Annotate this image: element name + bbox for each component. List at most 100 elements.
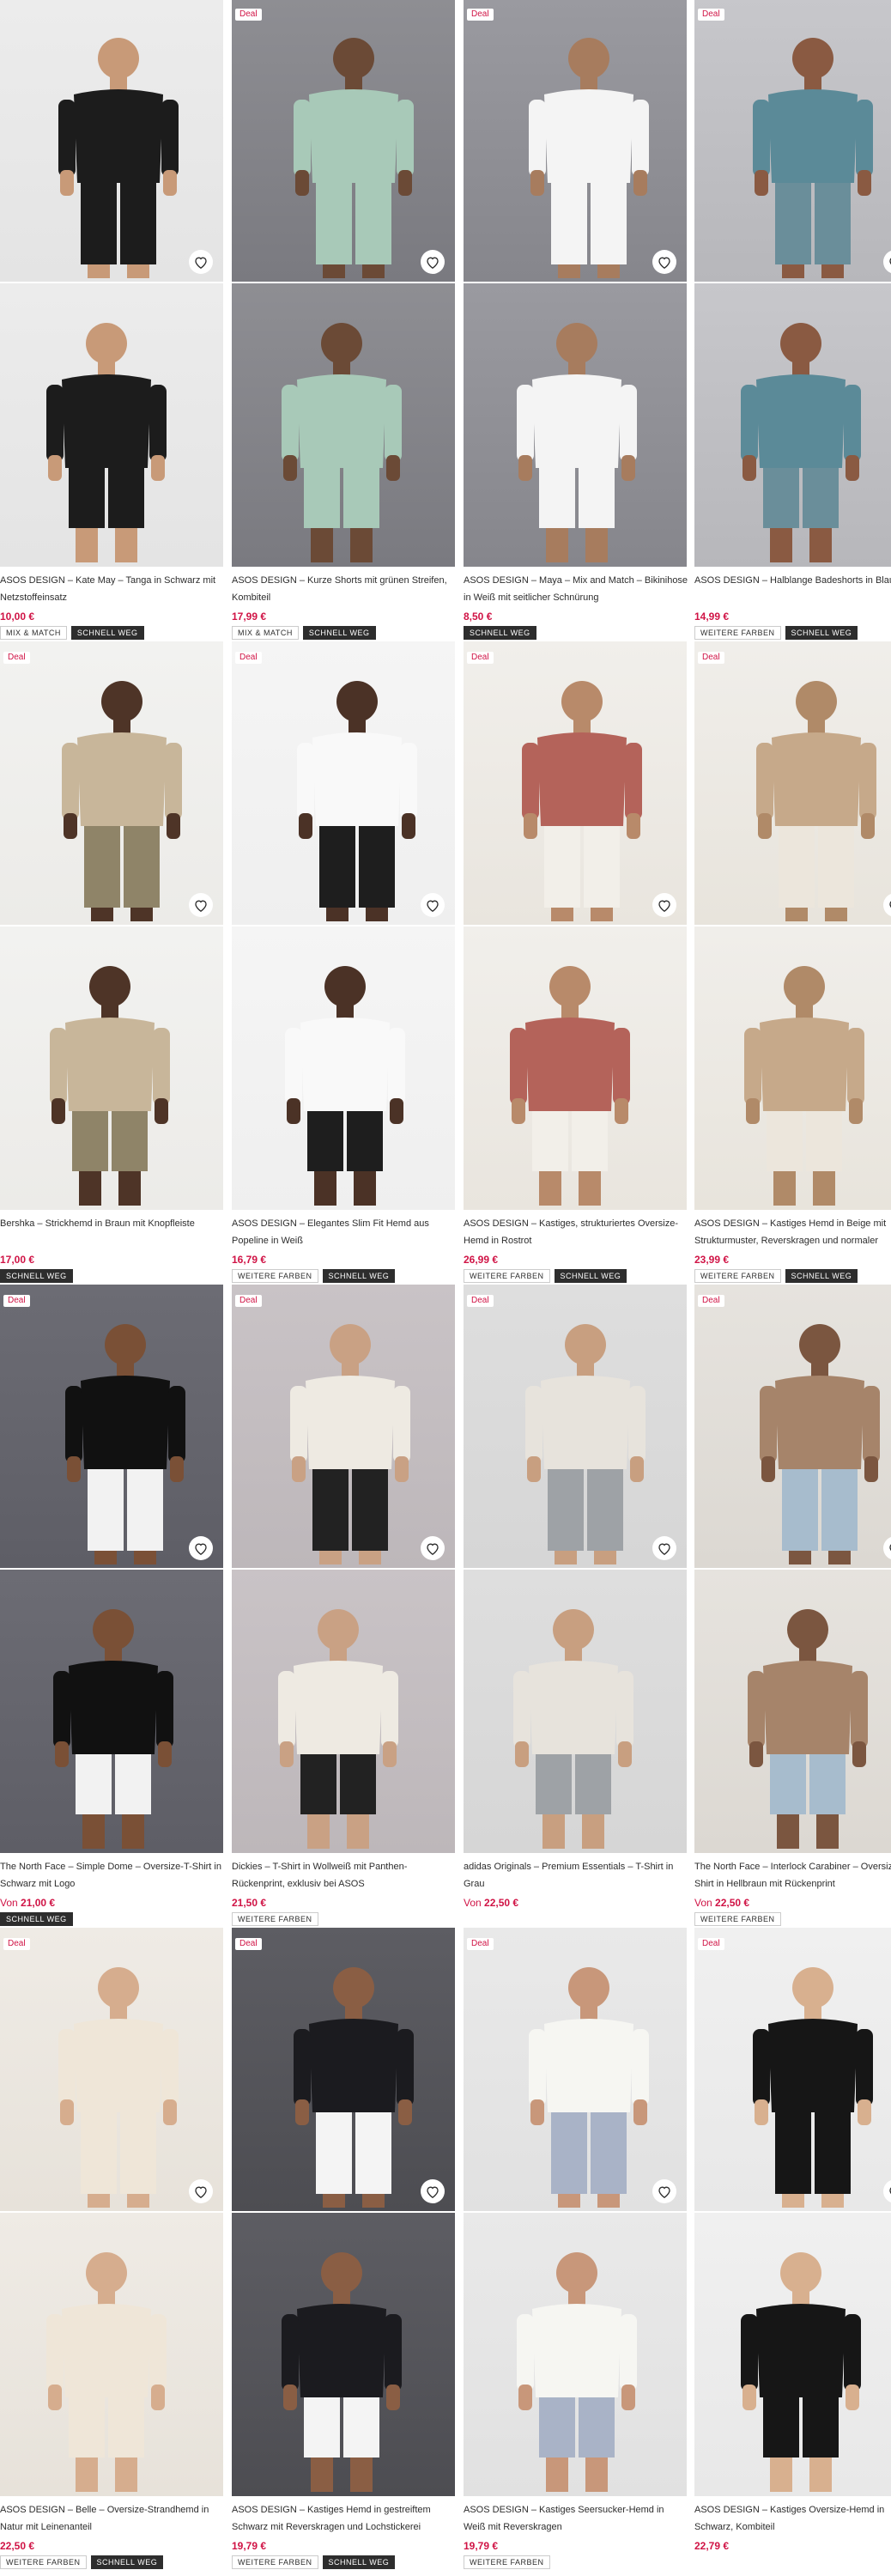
more-colours-tag: WEITERE FARBEN [464,1269,550,1283]
wishlist-heart-icon[interactable] [652,2179,676,2203]
wishlist-heart-icon[interactable] [652,893,676,917]
product-photo-secondary [464,927,687,1210]
product-title[interactable]: ASOS DESIGN – Kastiges Seersucker-Hemd i… [464,2501,688,2536]
product-title[interactable]: ASOS DESIGN – Kurze Shorts mit grünen St… [232,572,457,606]
product-card[interactable]: Deal ASOS DESIGN – Kastiges Seersucker-He… [464,1928,688,2569]
product-tags: WEITERE FARBEN SCHNELL WEG [232,1269,396,1283]
product-tags: WEITERE FARBEN [232,1912,318,1926]
more-colours-tag: WEITERE FARBEN [694,1912,781,1926]
deal-badge: Deal [698,652,724,664]
product-photo-secondary [694,283,891,567]
product-card[interactable]: Deal ASOS DESIGN – Halblange Badeshorts i… [694,0,891,640]
product-image[interactable] [694,0,891,567]
product-tags: WEITERE FARBEN [694,1912,781,1926]
product-card[interactable]: Deal The North Face – Simple Dome – Overs… [0,1285,225,1926]
product-card[interactable]: Deal ASOS DESIGN – Elegantes Slim Fit Hem… [232,641,457,1283]
product-title[interactable]: ASOS DESIGN – Belle – Oversize-Strandhem… [0,2501,225,2536]
product-card[interactable]: Deal ASOS DESIGN – Kastiges Hemd in gestr… [232,1928,457,2569]
product-title[interactable]: The North Face – Interlock Carabiner – O… [694,1858,891,1893]
product-price: 23,99 € [694,1254,729,1266]
product-photo-primary [0,1285,223,1568]
deal-badge: Deal [467,1938,494,1950]
product-title[interactable]: Bershka – Strickhemd in Braun mit Knopfl… [0,1215,225,1232]
product-image[interactable] [464,0,687,567]
product-card[interactable]: Deal ASOS DESIGN – Belle – Oversize-Stran… [0,1928,225,2569]
product-image[interactable] [464,641,687,1210]
product-title[interactable]: ASOS DESIGN – Maya – Mix and Match – Bik… [464,572,688,606]
product-tags: WEITERE FARBEN SCHNELL WEG [232,2555,396,2569]
wishlist-heart-icon[interactable] [421,1536,445,1560]
product-photo-primary [464,0,687,282]
price-value: 26,99 € [464,1254,499,1266]
product-title[interactable]: ASOS DESIGN – Kastiges, strukturiertes O… [464,1215,688,1249]
wishlist-heart-icon[interactable] [189,1536,213,1560]
product-title[interactable]: The North Face – Simple Dome – Oversize-… [0,1858,225,1893]
product-image[interactable] [0,1285,223,1853]
product-image[interactable] [232,0,455,567]
product-photo-secondary [694,927,891,1210]
product-photo-primary [694,641,891,925]
product-tags: WEITERE FARBEN SCHNELL WEG [0,2555,164,2569]
product-title[interactable]: ASOS DESIGN – Halblange Badeshorts in Bl… [694,572,891,589]
product-image[interactable] [232,641,455,1210]
product-price: 19,79 € [464,2540,498,2552]
product-price: 26,99 € [464,1254,498,1266]
product-title[interactable]: ASOS DESIGN – Kate May – Tanga in Schwar… [0,572,225,606]
product-image[interactable] [694,641,891,1210]
product-title[interactable]: ASOS DESIGN – Kastiges Hemd in Beige mit… [694,1215,891,1249]
price-from-label: Von [0,1897,21,1909]
product-card[interactable]: Deal ASOS DESIGN – Kurze Shorts mit grüne… [232,0,457,640]
wishlist-heart-icon[interactable] [421,893,445,917]
deal-badge: Deal [467,1295,494,1307]
product-price: 19,79 € [232,2540,266,2552]
product-photo-primary [464,641,687,925]
wishlist-heart-icon[interactable] [652,1536,676,1560]
wishlist-heart-icon[interactable] [652,250,676,274]
product-price: 17,99 € [232,611,266,623]
product-card[interactable]: Deal ASOS DESIGN – Kastiges Oversize-Hemd… [694,1928,891,2567]
product-title[interactable]: ASOS DESIGN – Elegantes Slim Fit Hemd au… [232,1215,457,1249]
price-value: 19,79 € [232,2540,267,2552]
product-image[interactable] [0,641,223,1210]
product-image[interactable] [464,1928,687,2496]
product-price: 8,50 € [464,611,492,623]
product-card[interactable]: Deal adidas Originals – Premium Essential… [464,1285,687,1924]
product-photo-primary [232,641,455,925]
selling-fast-tag: SCHNELL WEG [0,1269,73,1283]
price-from-label: Von [464,1897,485,1909]
product-title[interactable]: ASOS DESIGN – Kastiges Oversize-Hemd in … [694,2501,891,2536]
wishlist-heart-icon[interactable] [189,893,213,917]
product-card[interactable]: Deal Dickies – T-Shirt in Wollweiß mit Pa… [232,1285,457,1926]
product-card[interactable]: Deal ASOS DESIGN – Kastiges, strukturiert… [464,641,688,1283]
product-image[interactable] [464,1285,687,1853]
price-value: 16,79 € [232,1254,267,1266]
product-card[interactable]: ASOS DESIGN – Kate May – Tanga in Schwar… [0,0,225,640]
product-title[interactable]: ASOS DESIGN – Kastiges Hemd in gestreift… [232,2501,457,2536]
product-photo-secondary [694,1570,891,1853]
product-card[interactable]: Deal Bershka – Strickhemd in Braun mit Kn… [0,641,225,1283]
price-value: 17,00 € [0,1254,35,1266]
product-title[interactable]: adidas Originals – Premium Essentials – … [464,1858,688,1893]
deal-badge: Deal [698,1295,724,1307]
product-card[interactable]: Deal ASOS DESIGN – Maya – Mix and Match –… [464,0,688,640]
selling-fast-tag: SCHNELL WEG [785,626,858,640]
product-image[interactable] [232,1928,455,2496]
product-price: 16,79 € [232,1254,266,1266]
product-card[interactable]: Deal The North Face – Interlock Carabiner… [694,1285,891,1926]
wishlist-heart-icon[interactable] [421,250,445,274]
product-image[interactable] [0,1928,223,2496]
product-image[interactable] [232,1285,455,1853]
price-value: 19,79 € [464,2540,499,2552]
product-image[interactable] [694,1928,891,2496]
product-photo-primary [232,1928,455,2211]
selling-fast-tag: SCHNELL WEG [70,626,144,640]
mix-match-tag: MIX & MATCH [232,626,299,640]
wishlist-heart-icon[interactable] [189,250,213,274]
wishlist-heart-icon[interactable] [421,2179,445,2203]
product-image[interactable] [0,0,223,567]
product-card[interactable]: Deal ASOS DESIGN – Kastiges Hemd in Beige… [694,641,891,1283]
product-image[interactable] [694,1285,891,1853]
wishlist-heart-icon[interactable] [189,2179,213,2203]
more-colours-tag: WEITERE FARBEN [232,1912,318,1926]
product-title[interactable]: Dickies – T-Shirt in Wollweiß mit Panthe… [232,1858,457,1893]
